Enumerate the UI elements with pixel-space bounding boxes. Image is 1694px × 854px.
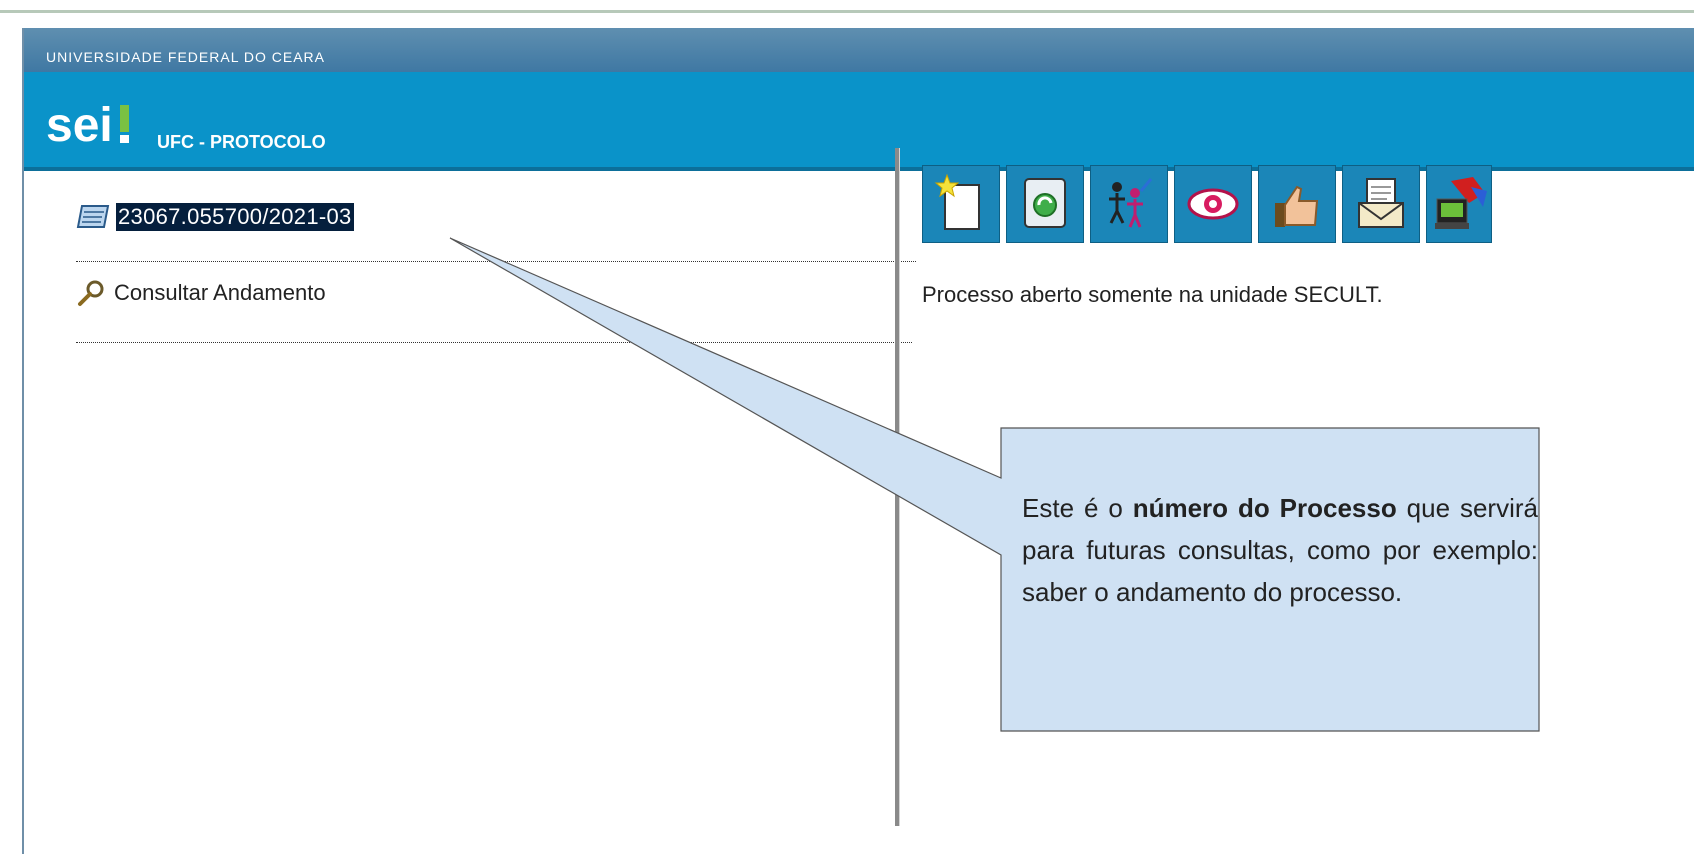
- refresh-document-button[interactable]: [1006, 165, 1084, 243]
- computer-icon: [1435, 177, 1487, 229]
- send-mail-button[interactable]: [1342, 165, 1420, 243]
- process-tree-panel: 23067.055700/2021-03 Consultar Andamento: [24, 171, 920, 854]
- callout-highlight: número do Processo: [1132, 493, 1397, 523]
- magnifier-icon: [78, 280, 104, 306]
- sei-window: UNIVERSIDADE FEDERAL DO CEARA sei UFC - …: [22, 28, 1694, 854]
- consult-label: Consultar Andamento: [114, 280, 326, 305]
- top-rule: [0, 0, 1694, 13]
- refresh-document-icon: [1024, 178, 1066, 228]
- callout-text: Este é o número do Processo que servirá …: [1022, 487, 1538, 675]
- process-number-link[interactable]: 23067.055700/2021-03: [116, 203, 354, 231]
- svg-text:sei: sei: [46, 101, 113, 145]
- institution-bar: UNIVERSIDADE FEDERAL DO CEARA: [24, 28, 1694, 72]
- unit-title: UFC - PROTOCOLO: [157, 132, 326, 152]
- consult-andamento-link[interactable]: Consultar Andamento: [76, 279, 326, 307]
- process-toolbar: [922, 165, 1492, 243]
- approve-button[interactable]: [1258, 165, 1336, 243]
- process-tree-item[interactable]: 23067.055700/2021-03: [76, 201, 354, 233]
- new-document-button[interactable]: [922, 165, 1000, 243]
- sei-logo: sei: [46, 101, 129, 145]
- mail-document-icon: [1358, 178, 1404, 228]
- thumbs-up-icon: [1275, 185, 1319, 227]
- assign-people-button[interactable]: [1090, 165, 1168, 243]
- computer-button[interactable]: [1426, 165, 1492, 243]
- separator: [76, 261, 916, 262]
- institution-name: UNIVERSIDADE FEDERAL DO CEARA: [46, 49, 325, 65]
- process-icon: [76, 205, 110, 228]
- separator: [76, 342, 912, 343]
- people-icon: [1109, 178, 1153, 228]
- brand-bar: sei UFC - PROTOCOLO: [24, 72, 1694, 171]
- eye-icon: [1187, 188, 1239, 220]
- status-message: Processo aberto somente na unidade SECUL…: [922, 282, 1383, 307]
- view-button[interactable]: [1174, 165, 1252, 243]
- new-document-icon: [934, 173, 980, 230]
- panel-divider: [895, 148, 900, 826]
- callout-lead: Este é o: [1022, 493, 1123, 523]
